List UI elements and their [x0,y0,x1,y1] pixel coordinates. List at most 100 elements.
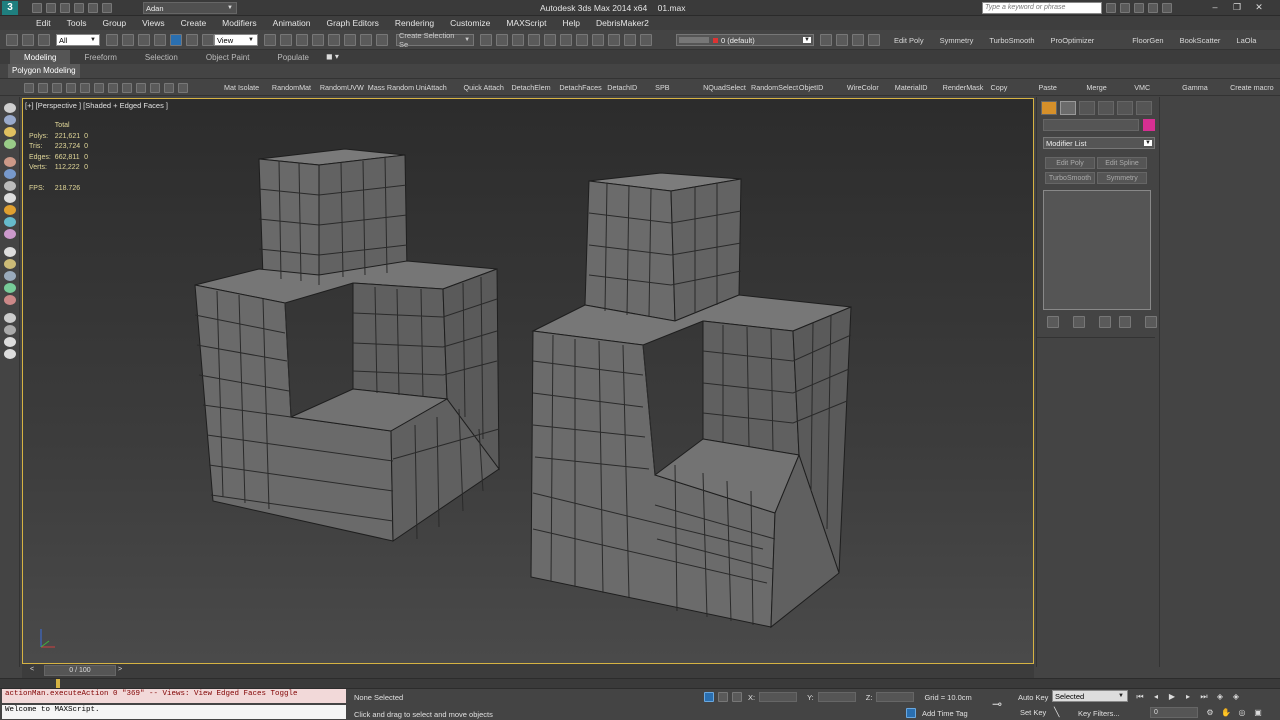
select-in-layer-icon[interactable] [852,34,864,46]
set-keys-key-icon[interactable]: ⊸ [992,697,1002,711]
ribbon-tab-populate[interactable]: Populate [263,50,323,64]
weld-icon[interactable] [3,325,16,335]
menu-tools[interactable]: Tools [59,18,95,28]
select-link-icon[interactable] [6,34,18,46]
hierarchy-tab-icon[interactable] [1079,101,1095,115]
spinner-snap-icon[interactable] [360,34,372,46]
menu-help[interactable]: Help [554,18,587,28]
maximize-button[interactable]: ❐ [1226,2,1248,13]
z-coordinate-field[interactable] [876,692,915,702]
quick-floorgen-button[interactable]: FloorGen [1126,36,1169,45]
quick-edit-poly-button[interactable]: Edit Poly [888,36,930,45]
script-icon-3[interactable] [52,83,62,93]
zoom-extents-icon[interactable]: ◈ [1214,692,1226,702]
script-detachfaces-button[interactable]: DetachFaces [559,83,601,92]
pivot-center-icon[interactable] [264,34,276,46]
turbosmooth-modifier-button[interactable]: TurboSmooth [1045,172,1095,184]
current-frame-field[interactable]: 0 [1150,707,1198,718]
time-config-icon[interactable]: ⚙ [1204,708,1216,718]
chamfer-icon[interactable] [3,295,16,305]
go-to-start-icon[interactable]: ⏮ [1134,692,1146,702]
script-icon-11[interactable] [164,83,174,93]
named-selection-dropdown[interactable]: Create Selection Se ▼ [396,31,474,49]
time-next-button[interactable]: > [118,666,122,673]
reference-coord-dropdown[interactable]: View ▼ [214,34,258,46]
undo-icon[interactable] [74,3,84,13]
make-unique-icon[interactable] [1099,316,1111,328]
script-detachelem-button[interactable]: DetachElem [511,83,550,92]
time-prev-button[interactable]: < [30,666,34,673]
key-filters-icon[interactable]: ╲ [1054,707,1059,718]
favorites-icon[interactable] [1148,3,1158,13]
menu-views[interactable]: Views [134,18,173,28]
quick-bookscatter-button[interactable]: BookScatter [1174,36,1227,45]
script-icon-4[interactable] [66,83,76,93]
percent-snap-icon[interactable] [344,34,356,46]
new-file-icon[interactable] [32,3,42,13]
selection-lock-icon[interactable] [718,692,728,702]
script-icon-9[interactable] [136,83,146,93]
script-mat-isolate-button[interactable]: Mat Isolate [224,83,259,92]
object-color-swatch[interactable] [1143,119,1155,131]
create-layer-icon[interactable] [820,34,832,46]
connect-icon[interactable] [3,283,16,293]
script-detachid-button[interactable]: DetachID [607,83,637,92]
key-filters-button[interactable]: Key Filters... [1078,709,1120,718]
x-coordinate-field[interactable] [759,692,798,702]
polygon-modeling-panel[interactable]: Polygon Modeling [8,64,80,78]
hammer-icon[interactable] [3,247,16,257]
object-name-field[interactable] [1043,119,1139,131]
ribbon-tab-freeform[interactable]: Freeform [70,50,130,64]
menu-debrismaker2[interactable]: DebrisMaker2 [588,18,657,28]
script-icon-6[interactable] [94,83,104,93]
absolute-mode-icon[interactable] [732,692,742,702]
modify-tab-icon[interactable] [1060,101,1076,115]
render-icon[interactable] [624,34,636,46]
edit-named-selection-icon[interactable] [376,34,388,46]
maximize-viewport-icon[interactable]: ▣ [1252,708,1264,718]
script-vmc-button[interactable]: VMC [1134,83,1150,92]
pin-stack-icon[interactable] [1047,316,1059,328]
menu-maxscript[interactable]: MAXScript [498,18,554,28]
quickslice-icon[interactable] [3,349,16,359]
auto-key-button[interactable]: Auto Key [1018,693,1048,702]
search-input[interactable]: Type a keyword or phrase [982,2,1102,14]
manipulate-icon[interactable] [280,34,292,46]
unlink-icon[interactable] [22,34,34,46]
quick-laola-button[interactable]: LaOla [1230,36,1262,45]
script-mass-random-button[interactable]: Mass Random [368,83,414,92]
communication-icon[interactable] [1134,3,1144,13]
script-wirecolor-button[interactable]: WireColor [847,83,879,92]
show-end-result-icon[interactable] [1073,316,1085,328]
rotate-icon[interactable] [186,34,198,46]
pan-view-icon[interactable]: ✋ [1220,708,1232,718]
script-paste-button[interactable]: Paste [1038,83,1056,92]
menu-graph-editors[interactable]: Graph Editors [318,18,386,28]
close-button[interactable]: ✕ [1248,2,1270,13]
script-icon-5[interactable] [80,83,90,93]
bevel-icon[interactable] [3,169,16,179]
redo-icon[interactable] [88,3,98,13]
set-current-layer-icon[interactable] [868,34,880,46]
script-icon-7[interactable] [108,83,118,93]
selection-filter-dropdown[interactable]: All ▼ [56,34,100,46]
mirror-icon[interactable] [480,34,492,46]
bridge-icon[interactable] [3,313,16,323]
script-objetid-button[interactable]: ObjetID [799,83,823,92]
menu-rendering[interactable]: Rendering [387,18,442,28]
quick-symmetry-button[interactable]: Symmetry [934,36,980,45]
script-icon-10[interactable] [150,83,160,93]
schematic-view-icon[interactable] [560,34,572,46]
sphere-primitive-icon[interactable] [3,217,16,227]
search-icon[interactable] [1106,3,1116,13]
save-file-icon[interactable] [60,3,70,13]
scale-icon[interactable] [202,34,214,46]
minimize-button[interactable]: – [1204,2,1226,12]
scene-geometry[interactable] [23,99,1034,664]
project-folder-icon[interactable] [102,3,112,13]
angle-snap-icon[interactable] [328,34,340,46]
script-merge-button[interactable]: Merge [1086,83,1106,92]
material-editor-icon[interactable] [576,34,588,46]
light-icon[interactable] [3,205,16,215]
sun-icon[interactable] [3,259,16,269]
